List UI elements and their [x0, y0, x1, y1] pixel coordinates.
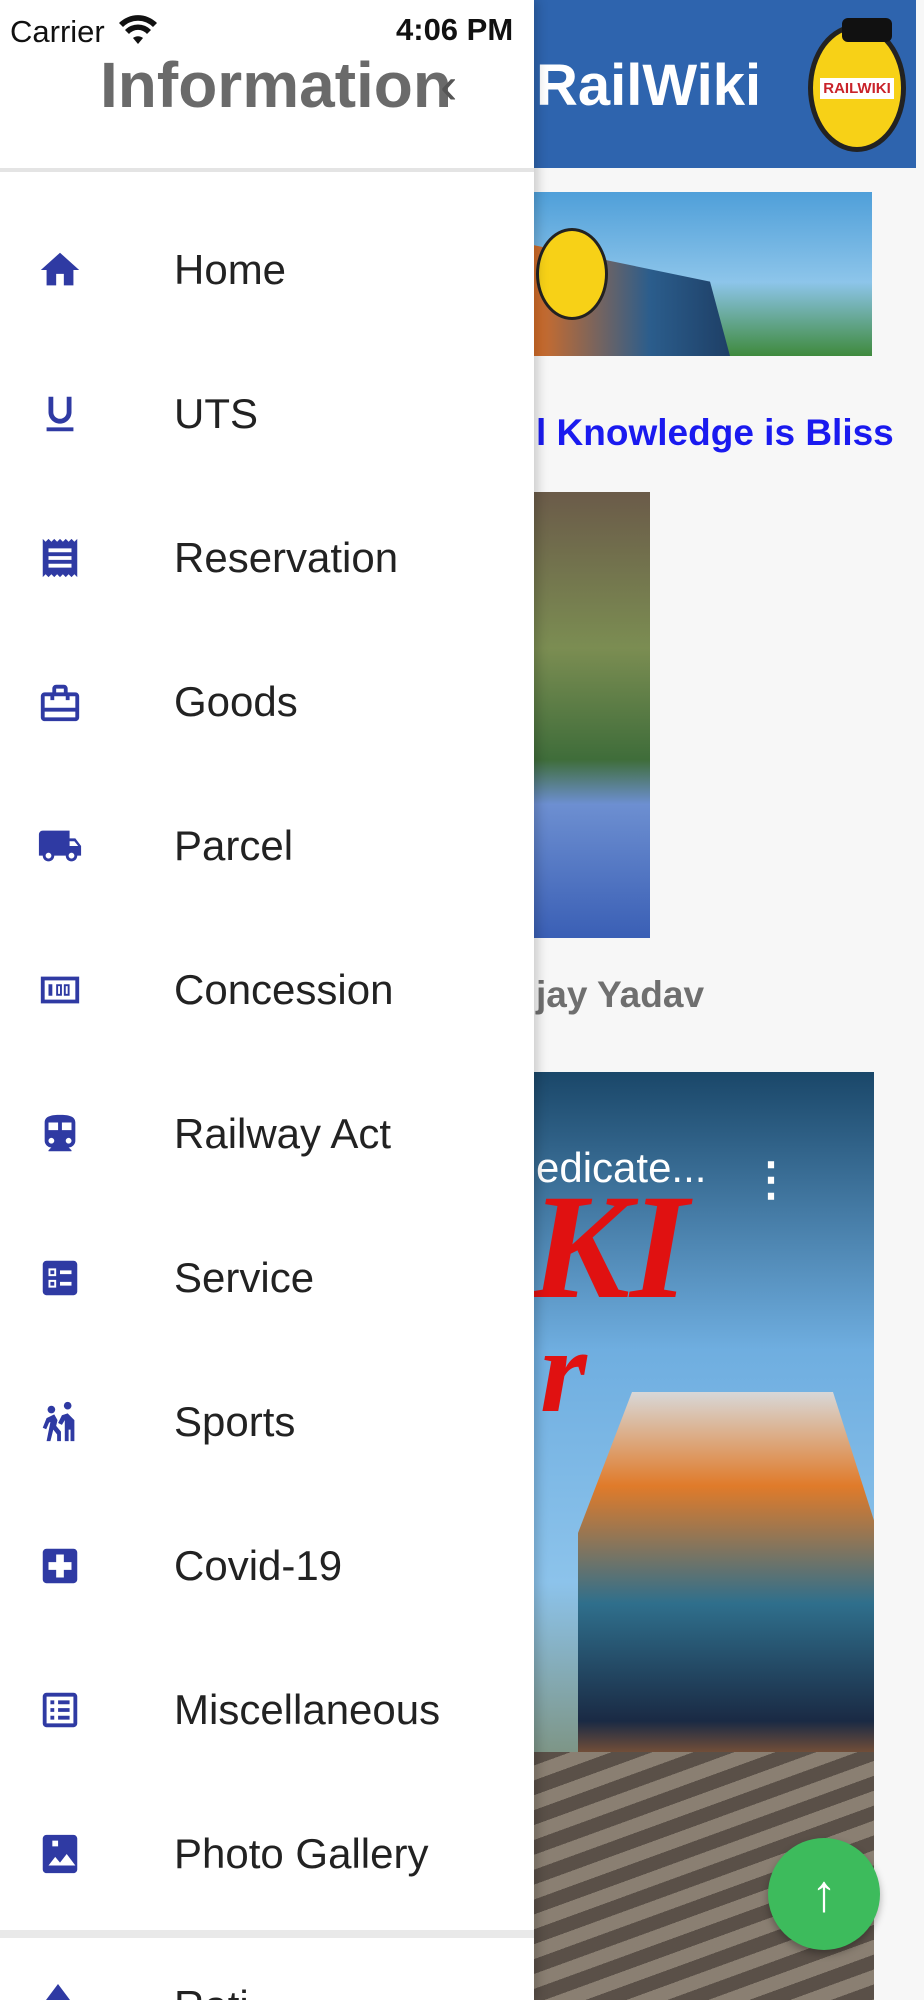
list-icon	[36, 1686, 84, 1734]
menu-item-railway-act[interactable]: Railway Act	[0, 1062, 534, 1206]
menu-item-label: Home	[174, 246, 287, 293]
app-logo-text: RAILWIKI	[820, 77, 894, 99]
status-time: 4:06 PM	[396, 12, 514, 47]
menu-item-concession[interactable]: Concession	[0, 918, 534, 1062]
drawer-section-divider	[0, 1930, 534, 1938]
menu-item-goods[interactable]: Goods	[0, 630, 534, 774]
menu-item-label: Miscellaneous	[174, 1686, 441, 1733]
photo-icon	[36, 1830, 84, 1878]
menu-item-label: Sports	[174, 1398, 296, 1445]
wifi-icon	[119, 15, 157, 44]
banner-logo-badge	[536, 228, 608, 320]
train-icon	[36, 1110, 84, 1158]
battery-icon	[842, 18, 892, 42]
menu-item-label: Covid-19	[174, 1542, 343, 1589]
menu-item-label: Concession	[174, 966, 394, 1013]
video-overlay-text-1: KI	[530, 1164, 689, 1330]
video-title: edicate...	[536, 1144, 707, 1191]
drawer-title: Information	[100, 49, 452, 121]
chevron-left-icon[interactable]: ‹	[440, 56, 457, 116]
scroll-to-top-button[interactable]: ↑	[768, 1838, 880, 1950]
home-icon	[36, 246, 84, 294]
sports-icon	[36, 1398, 84, 1446]
menu-item-label: Railway Act	[174, 1110, 392, 1157]
drawer-header-divider	[0, 168, 534, 172]
menu-item-label: Reservation	[174, 534, 399, 581]
person-name: jay Yadav	[536, 974, 705, 1015]
menu-item-label: Service	[174, 1254, 315, 1301]
receipt-icon	[36, 534, 84, 582]
menu-item-label: UTS	[174, 390, 258, 437]
menu-item-service[interactable]: Service	[0, 1206, 534, 1350]
more-options-icon[interactable]: ⋮	[748, 1152, 794, 1206]
menu-item-covid-19[interactable]: Covid-19	[0, 1494, 534, 1638]
app-title: RailWiki	[536, 53, 762, 118]
menu-item-uts[interactable]: UTS	[0, 342, 534, 486]
navigation-drawer: Carrier 4:06 PM Information ‹ Home UTS R…	[0, 0, 534, 2000]
menu-item-partial-label[interactable]: Rati	[174, 1982, 249, 2000]
truck-icon	[36, 822, 84, 870]
menu-item-parcel[interactable]: Parcel	[0, 774, 534, 918]
tagline-text: l Knowledge is Bliss	[536, 412, 894, 453]
checklist-icon	[36, 1254, 84, 1302]
profile-photo	[530, 492, 650, 938]
menu-item-label: Parcel	[174, 822, 294, 869]
app-logo: RAILWIKI	[808, 24, 906, 152]
star-icon	[46, 1984, 70, 2000]
video-overlay-text-2: r	[540, 1304, 587, 1437]
menu-item-photo-gallery[interactable]: Photo Gallery	[0, 1782, 534, 1926]
medical-plus-icon	[36, 1542, 84, 1590]
menu-item-miscellaneous[interactable]: Miscellaneous	[0, 1638, 534, 1782]
menu-item-home[interactable]: Home	[0, 198, 534, 342]
menu-item-label: Goods	[174, 678, 298, 725]
counter-100-icon	[36, 966, 84, 1014]
briefcase-icon	[36, 678, 84, 726]
arrow-up-icon: ↑	[811, 1865, 837, 1923]
banner-image	[530, 192, 872, 356]
status-carrier: Carrier	[10, 14, 105, 49]
underline-u-icon	[36, 390, 84, 438]
menu-item-reservation[interactable]: Reservation	[0, 486, 534, 630]
menu-item-sports[interactable]: Sports	[0, 1350, 534, 1494]
menu-item-label: Photo Gallery	[174, 1830, 429, 1877]
